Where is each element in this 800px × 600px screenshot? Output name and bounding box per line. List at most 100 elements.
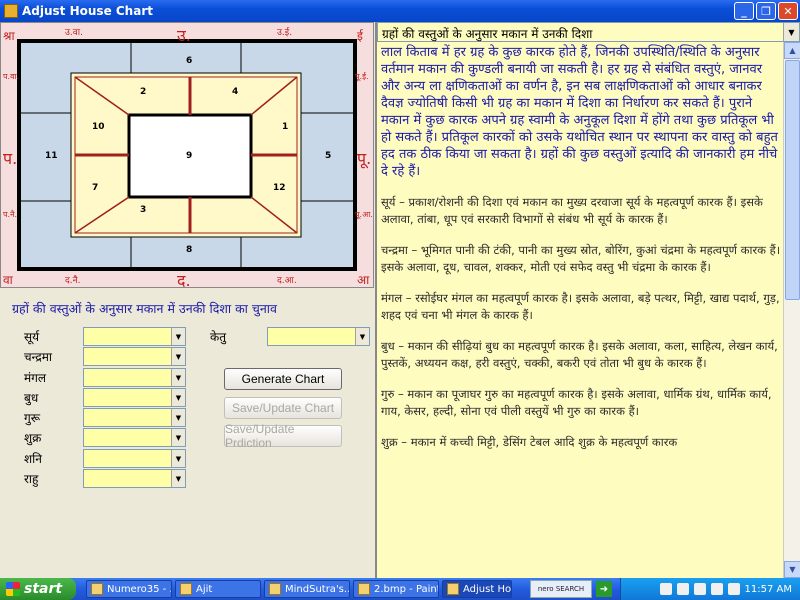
chevron-down-icon[interactable]: ▼ [171,450,185,467]
chevron-down-icon[interactable]: ▼ [783,23,799,41]
guru-direction-select[interactable]: ▼ [83,408,186,427]
planet-paragraph: चन्द्रमा – भूमिगत पानी की टंकी, पानी का … [381,243,781,274]
save-update-chart-button[interactable]: Save/Update Chart [224,397,342,419]
mangal-direction-select[interactable]: ▼ [83,368,186,387]
app-icon [91,583,103,595]
form-title: ग्रहों की वस्तुओं के अनुसार मकान में उनक… [12,301,277,316]
planet-paragraph: बुध – मकान की सीढ़ियां बुध का महत्वपूर्ण… [381,339,778,370]
folder-icon [269,583,281,595]
planet-label-rahu: राहु [24,472,39,486]
house-number: 4 [232,87,239,97]
start-label: start [24,581,63,597]
direction-label: द.नै. [65,276,81,286]
scroll-thumb[interactable] [785,60,800,300]
planet-label-surya: सूर्य [24,330,40,344]
description-select-value: ग्रहों की वस्तुओं के अनुसार मकान में उनक… [382,27,593,41]
taskbar-item[interactable]: MindSutra's... [264,580,350,598]
intro-paragraph: लाल किताब में हर ग्रह के कुछ कारक होते ह… [381,45,778,179]
description-text: लाल किताब में हर ग्रह के कुछ कारक होते ह… [381,44,781,576]
house-number: 6 [186,56,193,66]
scroll-up-icon[interactable]: ▲ [784,42,800,59]
tray-icon[interactable] [693,583,706,595]
nero-search-toolbar[interactable]: nero SEARCH [530,580,592,598]
direction-west: प. [3,149,18,168]
chevron-down-icon[interactable]: ▼ [171,389,185,406]
house-chart: श्रा ई वा आ उ. द. प. पू. उ.वा. उ.ई. द.नै… [0,22,374,290]
direction-label: पू.ई. [355,72,369,81]
taskbar-item-label: Numero35 - ... [107,583,172,595]
corner-label: ई [357,29,363,43]
minimize-button[interactable]: _ [734,2,754,20]
chandrama-direction-select[interactable]: ▼ [83,347,186,366]
tray-icon[interactable] [659,583,672,595]
taskbar-item[interactable]: 2.bmp - Paint [353,580,439,598]
taskbar-item-label: Ajit [196,583,213,595]
speaker-icon[interactable] [710,583,723,595]
app-icon [447,583,459,595]
planet-paragraph: शुक्र – मकान में कच्ची मिट्टी, डेसिंग टे… [381,435,678,449]
chevron-down-icon[interactable]: ▼ [171,369,185,386]
planet-label-budh: बुध [24,391,39,405]
chevron-down-icon[interactable]: ▼ [171,348,185,365]
chevron-down-icon[interactable]: ▼ [171,470,185,487]
direction-label: पू.आ. [355,210,373,219]
maximize-button[interactable]: ❐ [756,2,776,20]
planet-paragraph: गुरु – मकान का पूजाघर गुरु का महत्वपूर्ण… [381,387,772,418]
direction-label: द.आ. [277,276,297,286]
rahu-direction-select[interactable]: ▼ [83,469,186,488]
start-button[interactable]: start [0,578,76,600]
chevron-down-icon[interactable]: ▼ [171,409,185,426]
title-bar[interactable]: Adjust House Chart _ ❐ ✕ [0,0,800,22]
generate-chart-button[interactable]: Generate Chart [224,368,342,390]
folder-icon [180,583,192,595]
house-number: 9 [186,151,193,161]
direction-label: उ.ई. [277,28,293,38]
windows-logo-icon [6,582,20,596]
planet-paragraph: मंगल – रसोईघर मंगल का महत्वपूर्ण कारक है… [381,291,780,322]
chevron-down-icon[interactable]: ▼ [171,328,185,345]
taskbar-item[interactable]: Numero35 - ... [86,580,172,598]
taskbar-item-label: 2.bmp - Paint [374,583,439,595]
planet-label-shukra: शुक्र [24,431,42,445]
chevron-down-icon[interactable]: ▼ [171,429,185,446]
taskbar-item[interactable]: Ajit [175,580,261,598]
direction-label: प.नै. [3,210,18,219]
clock[interactable]: 11:57 AM [745,584,792,595]
tray-icon[interactable] [727,583,740,595]
chevron-down-icon[interactable]: ▼ [355,328,369,345]
house-number: 5 [325,151,332,161]
planet-label-shani: शनि [24,452,42,466]
planet-label-ketu: केतु [210,330,227,344]
shani-direction-select[interactable]: ▼ [83,449,186,468]
house-number: 2 [140,87,147,97]
corner-label: आ [357,273,370,287]
corner-label: श्रा [3,29,15,43]
close-button[interactable]: ✕ [778,2,798,20]
taskbar-item-label: Adjust Hous... [463,583,512,595]
surya-direction-select[interactable]: ▼ [83,327,186,346]
taskbar: start Numero35 - ... Ajit MindSutra's...… [0,578,800,600]
direction-label: प.वा. [3,72,20,81]
planet-label-mangal: मंगल [24,371,47,385]
ketu-direction-select[interactable]: ▼ [267,327,370,346]
house-number: 10 [92,122,105,132]
planet-direction-form: ग्रहों की वस्तुओं के अनुसार मकान में उनक… [0,290,374,578]
paint-icon [358,583,370,595]
tray-icon[interactable] [676,583,689,595]
description-panel: ग्रहों की वस्तुओं के अनुसार मकान में उनक… [375,22,800,578]
taskbar-item-active[interactable]: Adjust Hous... [442,580,512,598]
shukra-direction-select[interactable]: ▼ [83,428,186,447]
vertical-scrollbar[interactable]: ▲ ▼ [783,42,800,578]
house-number: 7 [92,183,99,193]
house-number: 11 [45,151,58,161]
house-number: 3 [140,205,147,215]
system-tray: 11:57 AM [620,578,800,600]
budh-direction-select[interactable]: ▼ [83,388,186,407]
corner-label: वा [3,273,13,287]
description-select[interactable]: ग्रहों की वस्तुओं के अनुसार मकान में उनक… [377,22,800,42]
direction-north: उ. [177,26,191,45]
arrow-right-icon[interactable]: ➜ [596,581,612,597]
planet-label-guru: गुरू [24,411,41,425]
scroll-down-icon[interactable]: ▼ [784,561,800,578]
save-update-prediction-button[interactable]: Save/Update Prdiction [224,422,342,450]
